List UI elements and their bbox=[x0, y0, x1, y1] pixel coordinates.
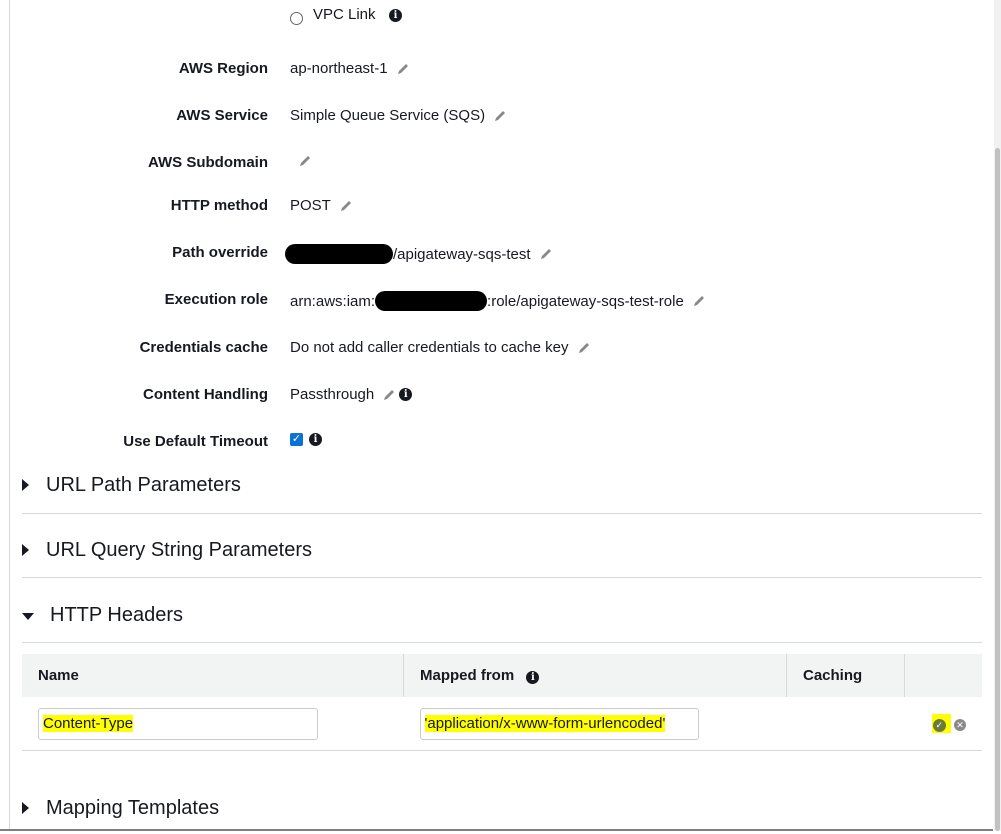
aws-region-label: AWS Region bbox=[178, 60, 268, 77]
aws-service-row: AWS Service Simple Queue Service (SQS) bbox=[0, 105, 990, 127]
path-override-row: Path override /apigateway-sqs-test bbox=[0, 242, 990, 264]
column-header-caching: Caching bbox=[786, 654, 905, 697]
header-name-input[interactable]: Content-Type bbox=[38, 707, 318, 740]
caret-right-icon bbox=[22, 802, 29, 814]
section-title: URL Query String Parameters bbox=[46, 539, 313, 561]
scrollbar-thumb[interactable] bbox=[995, 148, 1000, 831]
table-header-row: Name Mapped from i Caching bbox=[22, 654, 982, 697]
header-name-value: Content-Type bbox=[43, 715, 134, 732]
column-header-actions bbox=[904, 654, 982, 697]
vpc-link-radio[interactable] bbox=[290, 12, 303, 25]
content-handling-value: Passthrough bbox=[290, 386, 375, 403]
default-timeout-checkbox[interactable]: ✓ bbox=[290, 433, 303, 446]
column-header-mapped-from: Mapped from i bbox=[403, 654, 787, 697]
http-method-row: HTTP method POST bbox=[0, 195, 990, 217]
http-method-label: HTTP method bbox=[170, 197, 268, 214]
caret-right-icon bbox=[22, 544, 29, 556]
default-timeout-label: Use Default Timeout bbox=[123, 433, 268, 450]
aws-service-label: AWS Service bbox=[176, 107, 268, 124]
execution-role-prefix: arn:aws:iam: bbox=[290, 292, 376, 310]
pencil-icon[interactable] bbox=[577, 341, 591, 355]
aws-subdomain-label: AWS Subdomain bbox=[148, 154, 268, 171]
section-mapping-templates[interactable]: Mapping Templates bbox=[22, 770, 982, 834]
redacted-account-id bbox=[285, 244, 393, 264]
column-header-name: Name bbox=[22, 654, 404, 697]
section-title: URL Path Parameters bbox=[46, 474, 241, 496]
aws-subdomain-row: AWS Subdomain bbox=[0, 152, 990, 174]
cancel-icon[interactable]: ✕ bbox=[954, 719, 966, 731]
path-override-label: Path override bbox=[172, 244, 268, 261]
credentials-cache-row: Credentials cache Do not add caller cred… bbox=[0, 337, 990, 359]
mapped-from-value: 'application/x-www-form-urlencoded' bbox=[424, 715, 666, 732]
http-method-value: POST bbox=[290, 197, 331, 214]
pencil-icon[interactable] bbox=[339, 199, 353, 213]
pencil-icon[interactable] bbox=[382, 388, 396, 402]
info-icon[interactable]: i bbox=[526, 671, 540, 684]
section-http-headers[interactable]: HTTP Headers bbox=[22, 578, 982, 643]
aws-service-value: Simple Queue Service (SQS) bbox=[290, 107, 486, 124]
aws-region-row: AWS Region ap-northeast-1 bbox=[0, 58, 990, 80]
caret-right-icon bbox=[22, 479, 29, 491]
pencil-icon[interactable] bbox=[298, 154, 312, 168]
content-handling-row: Content Handling Passthrough i bbox=[0, 384, 990, 406]
section-url-query-string-parameters[interactable]: URL Query String Parameters bbox=[22, 513, 982, 578]
info-icon[interactable]: i bbox=[399, 388, 413, 401]
section-title: HTTP Headers bbox=[50, 604, 184, 626]
credentials-cache-value: Do not add caller credentials to cache k… bbox=[290, 339, 569, 356]
content-handling-label: Content Handling bbox=[143, 386, 268, 403]
execution-role-row: Execution role arn:aws:iam: :role/apigat… bbox=[0, 289, 990, 311]
execution-role-suffix: :role/apigateway-sqs-test-role bbox=[487, 292, 684, 310]
section-url-path-parameters[interactable]: URL Path Parameters bbox=[22, 449, 982, 514]
mapped-from-input[interactable]: 'application/x-www-form-urlencoded' bbox=[419, 707, 699, 740]
http-headers-table: Name Mapped from i Caching Content-Type … bbox=[22, 654, 982, 751]
confirm-icon[interactable]: ✓ bbox=[932, 719, 946, 732]
caching-cell bbox=[786, 697, 905, 751]
vpc-link-label: VPC Link bbox=[313, 6, 376, 23]
aws-region-value: ap-northeast-1 bbox=[290, 60, 388, 77]
pencil-icon[interactable] bbox=[493, 109, 507, 123]
credentials-cache-label: Credentials cache bbox=[139, 339, 268, 356]
path-override-value: /apigateway-sqs-test bbox=[393, 245, 531, 263]
pencil-icon[interactable] bbox=[539, 247, 553, 261]
info-icon[interactable]: i bbox=[309, 433, 322, 446]
caret-down-icon bbox=[22, 613, 34, 620]
vpc-link-row: VPC Link i bbox=[0, 4, 990, 26]
pencil-icon[interactable] bbox=[396, 62, 410, 76]
redacted-account-id bbox=[375, 291, 488, 311]
info-icon[interactable]: i bbox=[389, 9, 402, 22]
section-title: Mapping Templates bbox=[46, 797, 220, 819]
execution-role-label: Execution role bbox=[164, 291, 268, 308]
pencil-icon[interactable] bbox=[692, 294, 706, 308]
table-row: Content-Type 'application/x-www-form-url… bbox=[22, 697, 982, 751]
